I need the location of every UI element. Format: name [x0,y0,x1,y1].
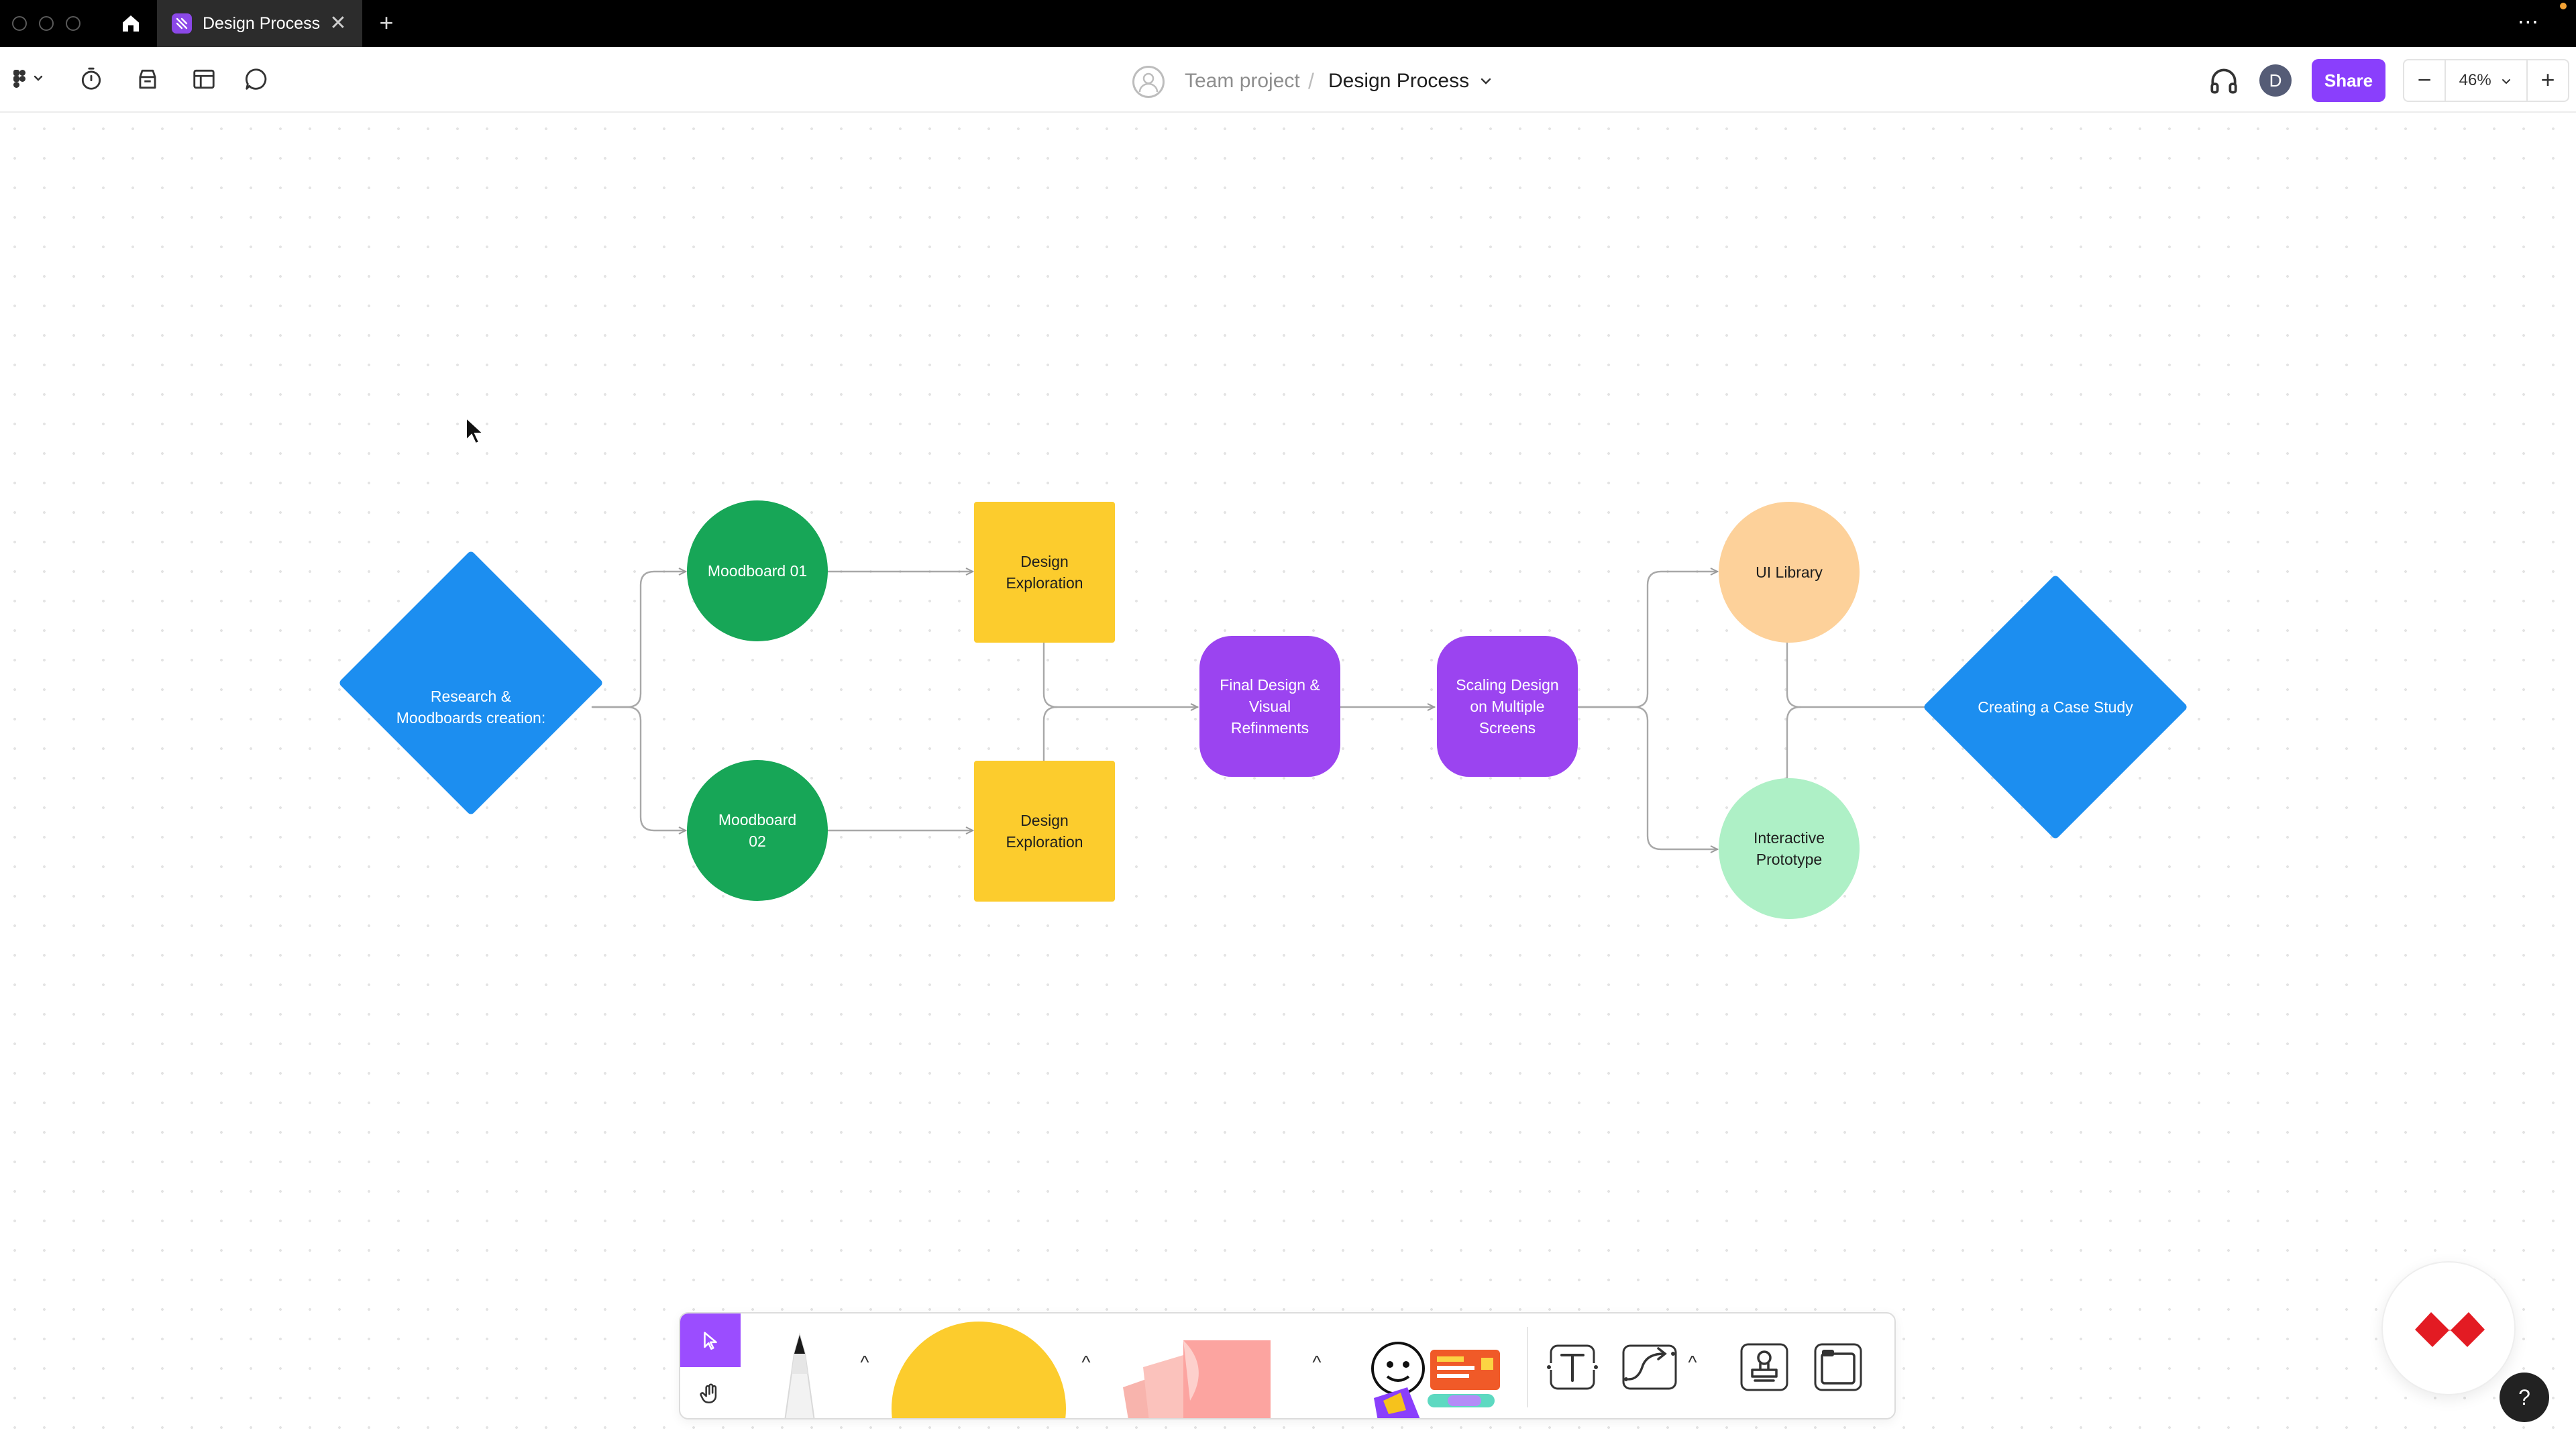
hand-tool-button[interactable] [680,1367,741,1418]
user-avatar[interactable]: D [2259,64,2292,97]
zoom-out-button[interactable]: − [2403,59,2446,102]
comment-bubble-icon [246,68,267,90]
breadcrumb-team[interactable]: Team project [1185,68,1300,95]
tab-design-process[interactable]: Design Process ✕ [157,0,362,47]
help-button[interactable]: ? [2500,1373,2549,1422]
zoom-level-dropdown[interactable]: 46% [2445,59,2528,102]
creation-toolbar: ^ ^ ^ ^ [679,1312,1896,1419]
node-moodboard-02[interactable]: Moodboard 02 [687,760,828,901]
file-menu-chevron-button[interactable] [1476,68,1496,95]
node-design-exploration-1[interactable]: Design Exploration [974,502,1115,643]
select-tool-button[interactable] [680,1313,741,1367]
node-scaling-design[interactable]: Scaling Design on Multiple Screens [1437,636,1578,777]
layout-template-icon [193,69,215,89]
hand-icon [700,1383,717,1403]
window-close-control[interactable] [12,16,27,31]
figjam-file-icon [172,13,192,34]
section-tool-button[interactable] [1811,1340,1865,1394]
whiteboard-canvas[interactable] [0,114,2576,1449]
shape-options-caret[interactable]: ^ [1075,1351,1097,1374]
connector-line-icon [1622,1344,1677,1390]
team-avatar[interactable] [1132,66,1165,98]
sticky-options-caret[interactable]: ^ [1305,1351,1328,1374]
stickers-icon [1371,1342,1500,1418]
share-button[interactable]: Share [2312,59,2385,102]
stamp-icon [1740,1343,1788,1391]
node-interactive-prototype[interactable]: Interactive Prototype [1719,778,1860,919]
node-research-label: Research & Moodboards creation: [396,688,546,727]
dock-divider [1527,1327,1528,1407]
node-moodboard-01[interactable]: Moodboard 01 [687,500,828,641]
zoom-in-button[interactable]: + [2526,59,2569,102]
text-tool-icon [1546,1344,1599,1390]
chevron-down-icon [2502,78,2511,85]
timer-icon [81,67,101,90]
tab-close-button[interactable]: ✕ [326,11,350,36]
headphones-icon [2210,68,2237,94]
marker-tool-button[interactable] [761,1327,841,1418]
home-button[interactable] [107,0,154,47]
red-logo-icon [2415,1312,2485,1347]
cursor-arrow-icon [704,1332,717,1350]
marker-options-caret[interactable]: ^ [853,1351,876,1374]
notification-dot [2560,3,2567,9]
templates-button[interactable] [189,64,219,94]
figma-logo-icon [13,70,43,88]
node-final-design[interactable]: Final Design & Visual Refinments [1199,636,1340,777]
node-ui-library[interactable]: UI Library [1719,502,1860,643]
comments-button[interactable] [241,64,271,94]
person-icon [1138,72,1159,93]
new-tab-button[interactable]: + [373,9,400,36]
stamp-tool-button[interactable] [1737,1340,1791,1394]
audio-chat-button[interactable] [2207,64,2241,98]
connector-tool-button[interactable] [1619,1340,1680,1394]
connector-options-caret[interactable]: ^ [1681,1351,1704,1374]
tab-title: Design Process [203,14,321,33]
text-tool-button[interactable] [1546,1340,1599,1394]
node-case-study-label: Creating a Case Study [1978,698,2133,716]
more-options-button[interactable]: ⋯ [2509,8,2549,35]
breadcrumb-file-name[interactable]: Design Process [1328,68,1469,95]
main-menu-button[interactable] [9,64,50,94]
resources-button[interactable] [133,64,162,94]
timer-button[interactable] [76,64,106,94]
window-minimize-control[interactable] [39,16,54,31]
section-frame-icon [1814,1343,1862,1391]
sticky-note-tool-button[interactable] [1110,1327,1311,1418]
marker-pen-icon [784,1332,815,1418]
zoom-level-value: 46% [2459,71,2491,89]
zoom-controls: − 46% + [2403,59,2571,102]
chevron-down-icon [1481,78,1491,85]
breadcrumb-separator: / [1308,69,1314,93]
circle-shape-icon [892,1322,1066,1418]
mouse-cursor-icon [466,416,485,445]
window-titlebar: Design Process ✕ + ⋯ [0,0,2576,47]
node-design-exploration-2[interactable]: Design Exploration [974,761,1115,902]
shape-tool-button[interactable] [888,1320,1069,1418]
archive-box-icon [139,69,156,89]
stickers-tool-button[interactable] [1360,1331,1515,1418]
floating-widget-button[interactable] [2381,1261,2516,1395]
sticky-note-icon [1123,1340,1271,1418]
window-maximize-control[interactable] [66,16,80,31]
home-icon [123,15,139,32]
